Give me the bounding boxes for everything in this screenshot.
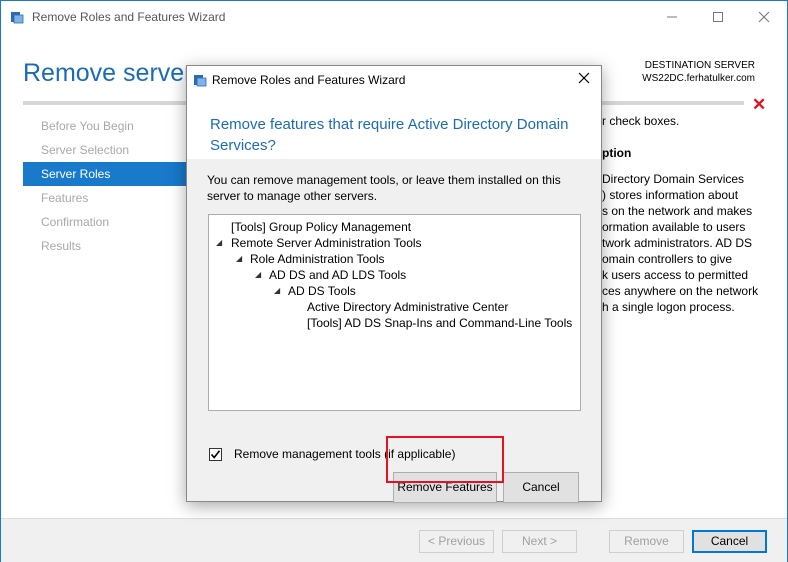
dialog-close-button[interactable]: [573, 69, 595, 91]
sidebar-item-results[interactable]: Results: [23, 234, 188, 258]
tree-item-label: Active Directory Administrative Center: [307, 300, 509, 314]
tree-item[interactable]: ◢ Remote Server Administration Tools: [209, 235, 580, 251]
error-close-x-icon[interactable]: ✕: [752, 95, 766, 115]
outer-window-title: Remove Roles and Features Wizard: [32, 10, 226, 24]
expand-triangle-icon[interactable]: ◢: [274, 283, 284, 299]
sidebar-item-server-selection[interactable]: Server Selection: [23, 138, 188, 162]
next-button[interactable]: Next >: [502, 530, 577, 553]
tree-item-label: Role Administration Tools: [250, 252, 385, 266]
cancel-button[interactable]: Cancel: [692, 530, 767, 553]
description-line: ) stores information about: [602, 188, 739, 202]
tree-item[interactable]: [Tools] AD DS Snap-Ins and Command-Line …: [209, 315, 580, 331]
destination-label: DESTINATION SERVER: [644, 60, 755, 71]
wizard-footer: < Previous Next > Remove Cancel: [1, 518, 787, 562]
maximize-icon: [713, 12, 723, 22]
tree-item-label: AD DS and AD LDS Tools: [269, 268, 407, 282]
wizard-sidebar: Before You Begin Server Selection Server…: [23, 114, 188, 258]
minimize-icon: [667, 16, 677, 18]
minimize-button[interactable]: [649, 1, 695, 33]
tree-item[interactable]: ◢ AD DS and AD LDS Tools: [209, 267, 580, 283]
close-icon: [578, 72, 590, 84]
description-line: h a single logon process.: [602, 300, 735, 314]
dialog-heading: Remove features that require Active Dire…: [210, 116, 569, 154]
header-divider-right: [602, 101, 744, 105]
sidebar-item-features[interactable]: Features: [23, 186, 188, 210]
tree-item-label: [Tools] AD DS Snap-Ins and Command-Line …: [307, 316, 573, 330]
page-title: Remove server ro: [23, 59, 188, 87]
role-description-panel: r check boxes. ption Directory Domain Se…: [602, 113, 772, 315]
close-window-button[interactable]: [741, 1, 787, 33]
description-line: ormation available to users: [602, 220, 746, 234]
header-divider: [23, 101, 203, 105]
sidebar-item-server-roles[interactable]: Server Roles: [23, 162, 188, 186]
tree-item[interactable]: [Tools] Group Policy Management: [209, 219, 580, 235]
dialog-cancel-button[interactable]: Cancel: [503, 472, 579, 503]
description-line: Directory Domain Services: [602, 172, 745, 186]
description-line: s on the network and makes: [602, 204, 753, 218]
description-heading: ption: [602, 146, 632, 160]
features-tree[interactable]: [Tools] Group Policy Management ◢ Remote …: [208, 214, 581, 411]
sidebar-item-before-you-begin[interactable]: Before You Begin: [23, 114, 188, 138]
dialog-description: You can remove management tools, or leav…: [207, 173, 561, 203]
expand-triangle-icon[interactable]: ◢: [236, 251, 246, 267]
outer-titlebar: Remove Roles and Features Wizard: [1, 1, 787, 33]
instructions-text: r check boxes.: [602, 114, 680, 128]
description-line: omain controllers to give: [602, 252, 733, 266]
close-icon: [758, 11, 770, 23]
expand-triangle-icon[interactable]: ◢: [216, 235, 226, 251]
checkmark-icon: [210, 449, 221, 459]
tree-item[interactable]: ◢ AD DS Tools: [209, 283, 580, 299]
dialog-title: Remove Roles and Features Wizard: [212, 73, 406, 87]
highlight-annotation-box: [386, 436, 504, 483]
destination-server-info: DESTINATION SERVER WS22DC.ferhatulker.co…: [642, 59, 755, 85]
tree-item-label: Remote Server Administration Tools: [231, 236, 422, 250]
expand-triangle-icon[interactable]: ◢: [255, 267, 265, 283]
tree-item-label: AD DS Tools: [288, 284, 356, 298]
previous-button[interactable]: < Previous: [419, 530, 494, 553]
remove-management-tools-checkbox[interactable]: [209, 447, 222, 461]
server-manager-icon: [194, 75, 207, 87]
dialog-titlebar: Remove Roles and Features Wizard: [187, 66, 601, 94]
dialog-heading-band: Remove features that require Active Dire…: [187, 94, 601, 159]
tree-item[interactable]: ◢ Role Administration Tools: [209, 251, 580, 267]
maximize-button[interactable]: [695, 1, 741, 33]
description-line: k users access to permitted: [602, 268, 749, 282]
description-line: twork administrators. AD DS: [602, 236, 753, 250]
tree-item-label: [Tools] Group Policy Management: [231, 220, 412, 234]
sidebar-item-confirmation[interactable]: Confirmation: [23, 210, 188, 234]
server-manager-icon: [11, 12, 24, 24]
tree-item[interactable]: Active Directory Administrative Center: [209, 299, 580, 315]
description-line: ces anywhere on the network: [602, 284, 759, 298]
destination-server-name: WS22DC.ferhatulker.com: [642, 73, 755, 84]
remove-button[interactable]: Remove: [609, 530, 684, 553]
